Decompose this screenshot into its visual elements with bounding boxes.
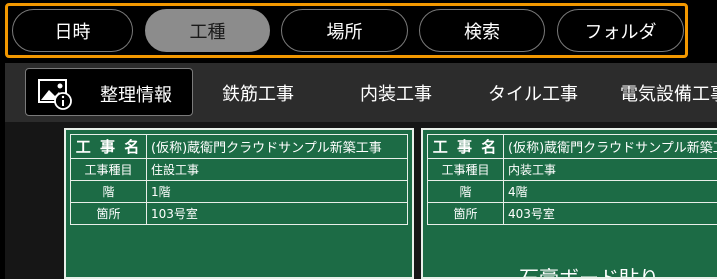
category-bar: 整理情報 鉄筋工事 内装工事 タイル工事 電気設備工事 — [5, 63, 717, 122]
category-rebar-work[interactable]: 鉄筋工事 — [222, 75, 294, 111]
blackboard-note: 石膏ボード貼り — [519, 266, 659, 279]
row-value: 住設工事 — [146, 158, 408, 181]
filter-tab-search[interactable]: 検索 — [419, 9, 545, 52]
row-key: 階 — [70, 180, 147, 203]
row-key: 工 事 名 — [427, 134, 504, 159]
category-tile-work[interactable]: タイル工事 — [488, 75, 578, 111]
row-value: (仮称)蔵衛門クラウドサンプル新築工事 — [503, 134, 717, 159]
category-electrical-work[interactable]: 電気設備工事 — [620, 75, 717, 111]
filter-tab-work-type[interactable]: 工種 — [145, 9, 270, 52]
photo-grid: 工 事 名 (仮称)蔵衛門クラウドサンプル新築工事 工事種目 住設工事 階 1階… — [5, 122, 717, 279]
row-value: (仮称)蔵衛門クラウドサンプル新築工事 — [146, 134, 408, 159]
blackboard-table: 工 事 名 (仮称)蔵衛門クラウドサンプル新築工事 工事種目 内装工事 階 4階… — [427, 134, 717, 225]
blackboard-card[interactable]: 工 事 名 (仮称)蔵衛門クラウドサンプル新築工事 工事種目 住設工事 階 1階… — [64, 128, 414, 279]
category-interior-work[interactable]: 内装工事 — [360, 75, 432, 111]
row-value: 103号室 — [146, 202, 408, 225]
filter-tab-datetime[interactable]: 日時 — [12, 9, 133, 52]
row-key: 工事種目 — [70, 158, 147, 181]
row-value: 内装工事 — [503, 158, 717, 181]
category-label: 整理情報 — [100, 85, 172, 106]
blackboard-table: 工 事 名 (仮称)蔵衛門クラウドサンプル新築工事 工事種目 住設工事 階 1階… — [70, 134, 408, 225]
row-key: 工 事 名 — [70, 134, 147, 159]
row-value: 4階 — [503, 180, 717, 203]
category-organize-info[interactable]: 整理情報 — [25, 68, 193, 116]
row-key: 箇所 — [427, 202, 504, 225]
row-key: 箇所 — [70, 202, 147, 225]
row-value: 1階 — [146, 180, 408, 203]
image-info-icon — [38, 79, 72, 110]
row-value: 403号室 — [503, 202, 717, 225]
row-key: 階 — [427, 180, 504, 203]
blackboard-card[interactable]: 工 事 名 (仮称)蔵衛門クラウドサンプル新築工事 工事種目 内装工事 階 4階… — [421, 128, 717, 279]
row-key: 工事種目 — [427, 158, 504, 181]
filter-tab-folder[interactable]: フォルダ — [557, 9, 684, 52]
filter-bar: 日時 工種 場所 検索 フォルダ — [5, 3, 688, 58]
filter-tab-location[interactable]: 場所 — [281, 9, 408, 52]
